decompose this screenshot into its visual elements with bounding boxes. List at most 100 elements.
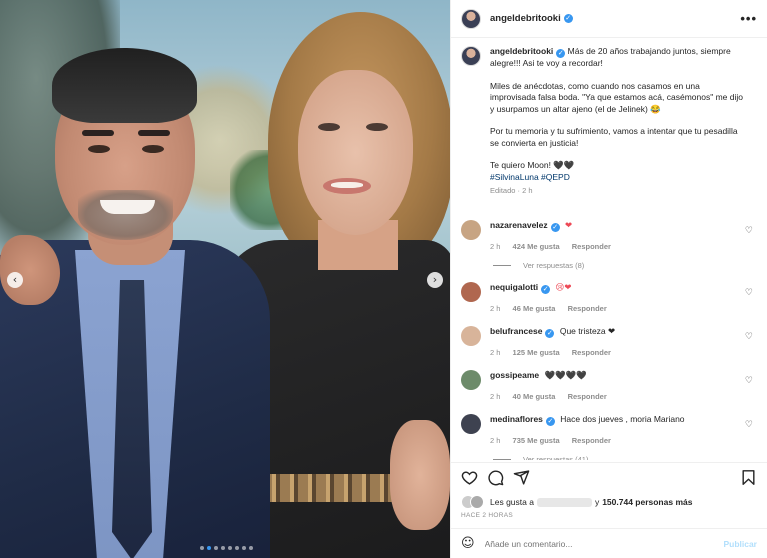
- view-replies-button[interactable]: Ver respuestas (41): [493, 454, 757, 461]
- blurred-username: [536, 497, 592, 507]
- comments-list: nazarenavelez ✓ ❤ 2 h 424 Me gusta Respon…: [461, 219, 757, 461]
- view-replies-button[interactable]: Ver respuestas (8): [493, 261, 757, 270]
- heart-icon[interactable]: ♡: [745, 226, 753, 236]
- comment-item: belufrancese ✓ Que tristeza ❤ 2 h 125 Me …: [461, 325, 757, 358]
- post-photo[interactable]: ‹ ›: [0, 0, 450, 558]
- avatar[interactable]: [461, 369, 481, 390]
- man-hair: [52, 48, 197, 123]
- verified-badge-icon: ✓: [563, 14, 573, 23]
- comment-text: Hace dos jueves , moria Mariano: [560, 413, 685, 424]
- avatar[interactable]: [461, 325, 481, 346]
- divider: [493, 458, 511, 460]
- post-timestamp: HACE 2 HORAS: [461, 512, 514, 519]
- divider: [493, 264, 511, 266]
- verified-badge-icon: ✓: [545, 328, 555, 338]
- heart-icon[interactable]: [461, 469, 478, 486]
- reply-button[interactable]: Responder: [568, 304, 607, 313]
- comment-time: 2 h: [490, 303, 501, 313]
- comment-username[interactable]: medinaflores: [490, 414, 543, 424]
- avatar[interactable]: [461, 8, 481, 29]
- carousel-dot: [242, 546, 246, 550]
- comment-time: 2 h: [490, 347, 501, 357]
- carousel-dot: [249, 546, 253, 550]
- carousel-dot: [200, 546, 204, 550]
- heart-icon[interactable]: ♡: [745, 420, 753, 430]
- publish-button[interactable]: Publicar: [723, 539, 757, 549]
- carousel-dots: [200, 546, 253, 550]
- reply-button[interactable]: Responder: [572, 242, 611, 251]
- comment-item: medinaflores ✓ Hace dos jueves , moria Ma…: [461, 413, 757, 446]
- likes-summary[interactable]: Les gusta a y 150.744 personas más: [461, 495, 692, 509]
- comments-scroll-area[interactable]: angeldebritooki ✓ Más de 20 años trabajan…: [451, 38, 767, 460]
- comment-item: nazarenavelez ✓ ❤ 2 h 424 Me gusta Respon…: [461, 219, 757, 252]
- man-eye: [142, 145, 164, 153]
- avatar[interactable]: [461, 46, 481, 66]
- caption-username[interactable]: angeldebritooki: [490, 46, 553, 56]
- hashtag-links[interactable]: #SilvinaLuna #QEPD: [490, 172, 570, 182]
- woman-teeth: [331, 182, 363, 188]
- verified-badge-icon: ✓: [550, 222, 560, 232]
- comment-input[interactable]: [484, 538, 695, 549]
- header-username[interactable]: angeldebritooki: [490, 13, 561, 24]
- woman-hand: [390, 420, 450, 530]
- comment-likes[interactable]: 125 Me gusta: [513, 348, 560, 357]
- carousel-dot: [221, 546, 225, 550]
- post-side-panel: angeldebritooki ✓ ••• angeldebritooki ✓ M…: [450, 0, 767, 558]
- likes-conjunction: y: [594, 497, 600, 507]
- post-caption: angeldebritooki ✓ Más de 20 años trabajan…: [461, 46, 757, 208]
- comment-time: 2 h: [490, 391, 501, 401]
- carousel-next-button[interactable]: ›: [427, 272, 443, 288]
- man-eye: [88, 145, 110, 153]
- comment-likes[interactable]: 424 Me gusta: [513, 242, 560, 251]
- verified-badge-icon: ✓: [541, 284, 551, 294]
- carousel-dot: [228, 546, 232, 550]
- avatar[interactable]: [461, 281, 481, 302]
- view-replies-label: Ver respuestas (41): [523, 454, 589, 461]
- comment-likes[interactable]: 40 Me gusta: [513, 392, 556, 401]
- comment-username[interactable]: nazarenavelez: [490, 220, 548, 230]
- woman-eye: [318, 123, 340, 131]
- caption-meta: Editado · 2 h: [490, 186, 533, 195]
- likes-prefix: Les gusta a: [490, 497, 534, 507]
- comment-item: gossipeame 🖤🖤🖤🖤 2 h 40 Me gusta Responde…: [461, 369, 757, 402]
- comment-username[interactable]: nequigalotti: [490, 282, 538, 292]
- comment-likes[interactable]: 46 Me gusta: [513, 304, 556, 313]
- carousel-dot: [235, 546, 239, 550]
- more-icon[interactable]: •••: [740, 11, 757, 26]
- reply-button[interactable]: Responder: [572, 348, 611, 357]
- carousel-dot: [207, 546, 211, 550]
- man-beard: [78, 190, 173, 240]
- emoji-icon[interactable]: ☺: [461, 536, 475, 551]
- heart-icon[interactable]: ♡: [745, 332, 753, 342]
- woman-eye: [366, 123, 388, 131]
- bookmark-icon[interactable]: [740, 469, 757, 486]
- post-actions-bar: [451, 462, 767, 492]
- comment-time: 2 h: [490, 241, 501, 251]
- heart-icon[interactable]: ♡: [745, 288, 753, 298]
- comment-username[interactable]: gossipeame: [490, 370, 539, 380]
- man-smile: [100, 200, 155, 214]
- heart-icon[interactable]: ♡: [745, 376, 753, 386]
- avatar: [470, 495, 484, 509]
- comment-composer: ☺ Publicar: [451, 528, 767, 558]
- man-eyebrow: [138, 130, 170, 136]
- carousel-prev-button[interactable]: ‹: [7, 272, 23, 288]
- reply-button[interactable]: Responder: [568, 392, 607, 401]
- comment-username[interactable]: belufrancese: [490, 326, 542, 336]
- carousel-dot: [214, 546, 218, 550]
- post-header: angeldebritooki ✓ •••: [451, 0, 767, 38]
- comment-time: 2 h: [490, 435, 501, 445]
- avatar[interactable]: [461, 219, 481, 240]
- verified-badge-icon: ✓: [545, 416, 555, 426]
- reply-button[interactable]: Responder: [572, 436, 611, 445]
- caption-paragraph: Te quiero Moon! 🖤🖤: [490, 160, 575, 170]
- comment-likes[interactable]: 735 Me gusta: [513, 436, 560, 445]
- man-eyebrow: [82, 130, 114, 136]
- caption-paragraph: Por tu memoria y tu sufrimiento, vamos a…: [490, 126, 738, 148]
- likes-count[interactable]: 150.744 personas más: [602, 497, 692, 507]
- verified-badge-icon: ✓: [556, 49, 566, 58]
- avatar[interactable]: [461, 413, 481, 434]
- paper-plane-icon[interactable]: [513, 469, 530, 486]
- comment-text: 😢❤: [555, 282, 572, 293]
- comment-icon[interactable]: [487, 469, 504, 486]
